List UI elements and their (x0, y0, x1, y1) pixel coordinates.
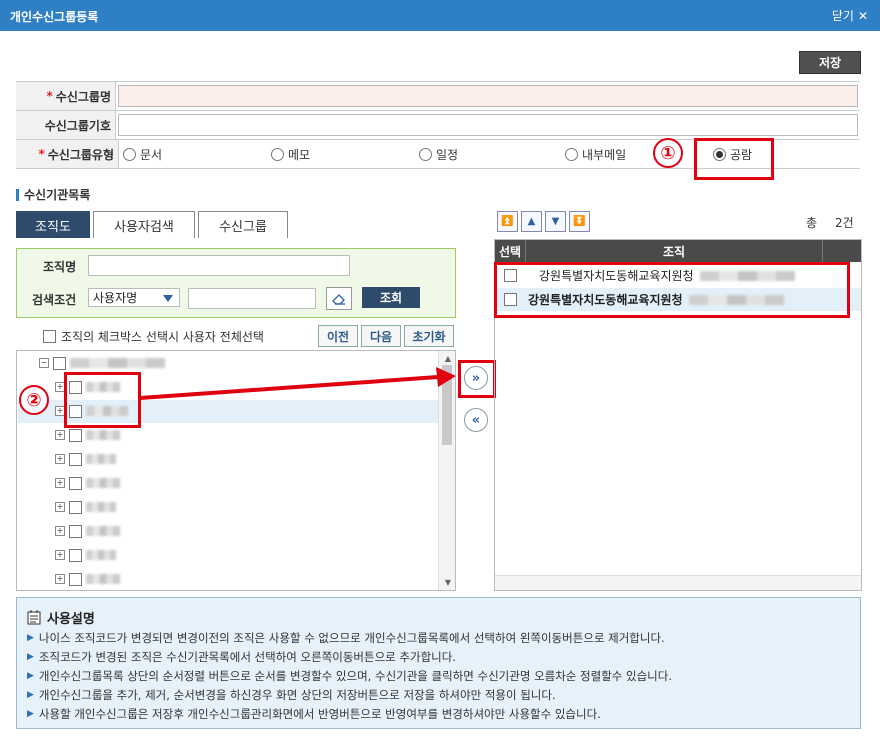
annotation-box-1 (694, 138, 774, 180)
list-item: ▶ 개인수신그룹을 추가, 제거, 순서변경을 하신경우 화면 상단의 저장버튼으… (27, 687, 556, 702)
expand-icon: + (55, 454, 65, 464)
scroll-down-icon[interactable]: ▼ (445, 578, 451, 587)
move-up-icon[interactable]: ▲ (521, 211, 542, 232)
grid-horizontal-scrollbar[interactable] (495, 575, 861, 590)
help-panel: 사용설명 ▶ 나이스 조직코드가 변경되면 변경이전의 조직은 사용할 수 없으므… (16, 597, 861, 729)
notepad-icon (27, 610, 41, 625)
search-keyword-input[interactable] (188, 288, 316, 309)
eraser-icon (332, 293, 345, 305)
expand-icon: + (55, 502, 65, 512)
triangle-bullet-icon: ▶ (27, 651, 34, 662)
required-mark: * (38, 147, 45, 161)
move-bottom-icon[interactable]: ⏬ (569, 211, 590, 232)
radio-type-internal-mail[interactable]: 내부메일 (565, 146, 626, 163)
annotation-box-2 (64, 372, 141, 428)
annotation-circle-1: ① (653, 138, 683, 168)
move-left-button[interactable]: « (464, 408, 488, 432)
order-buttons: ⏫ ▲ ▼ ⏬ (497, 211, 590, 232)
help-title: 사용설명 (47, 612, 95, 627)
list-item: ▶ 나이스 조직코드가 변경되면 변경이전의 조직은 사용할 수 없으므로 개인수… (27, 630, 665, 645)
list-item: ▶ 개인수신그룹목록 상단의 순서정렬 버튼으로 순서를 변경할수 있으며, 수신… (27, 668, 672, 683)
tab-bar: 조직도 사용자검색 수신그룹 (16, 211, 288, 238)
expand-icon: + (55, 526, 65, 536)
list-item: ▶ 조직코드가 변경된 조직은 수신기관목록에서 선택하여 오른쪽이동버튼으로 추… (27, 649, 456, 664)
total-count: 총 2건 (806, 216, 854, 230)
triangle-bullet-icon: ▶ (27, 689, 34, 700)
list-item: ▶ 사용할 개인수신그룹은 저장후 개인수신그룹관리화면에서 반영버튼으로 반영여… (27, 706, 601, 721)
close-button[interactable]: 닫기 ✕ (832, 7, 868, 24)
scroll-up-icon[interactable]: ▲ (445, 354, 451, 363)
search-condition-select[interactable]: 사용자명 (88, 288, 180, 307)
prev-button[interactable]: 이전 (318, 325, 358, 347)
triangle-bullet-icon: ▶ (27, 632, 34, 643)
group-type-label: 수신그룹유형 (47, 147, 114, 162)
close-icon: ✕ (857, 8, 868, 23)
org-name-label: 조직명 (43, 260, 77, 274)
query-button[interactable]: 조회 (362, 287, 420, 308)
tree-node[interactable]: + (55, 448, 116, 470)
move-right-button[interactable]: » (464, 366, 488, 390)
expand-icon: + (55, 478, 65, 488)
tree-node[interactable]: + (55, 544, 116, 566)
move-down-icon[interactable]: ▼ (545, 211, 566, 232)
org-name-input[interactable] (88, 255, 350, 276)
expand-icon: + (55, 574, 65, 584)
grid-header: 선택 조직 (495, 240, 861, 262)
expand-icon: + (55, 430, 65, 440)
radio-type-memo[interactable]: 메모 (271, 146, 310, 163)
title-bar: 개인수신그룹등록 닫기 ✕ (0, 0, 880, 31)
save-button[interactable]: 저장 (799, 51, 861, 74)
triangle-bullet-icon: ▶ (27, 708, 34, 719)
group-code-input[interactable] (118, 114, 858, 136)
annotation-arrow (139, 367, 456, 400)
move-top-icon[interactable]: ⏫ (497, 211, 518, 232)
select-all-users-checkbox[interactable]: 조직의 체크박스 선택시 사용자 전체선택 (43, 328, 264, 345)
tree-node[interactable]: + (55, 568, 120, 590)
group-name-label: 수신그룹명 (55, 89, 111, 104)
section-title: 수신기관목록 (16, 186, 90, 203)
annotation-circle-2: ② (19, 385, 49, 415)
tab-org-chart[interactable]: 조직도 (16, 211, 90, 238)
tree-node[interactable]: + (55, 520, 120, 542)
window-title: 개인수신그룹등록 (10, 10, 99, 24)
col-select-header[interactable]: 선택 (495, 240, 526, 262)
group-code-label: 수신그룹기호 (44, 118, 111, 133)
group-name-input[interactable] (118, 85, 858, 107)
triangle-bullet-icon: ▶ (27, 670, 34, 681)
radio-type-document[interactable]: 문서 (123, 146, 162, 163)
annotation-box-3 (494, 262, 850, 318)
help-list: ▶ 나이스 조직코드가 변경되면 변경이전의 조직은 사용할 수 없으므로 개인수… (27, 628, 672, 723)
expand-icon: + (55, 550, 65, 560)
radio-type-schedule[interactable]: 일정 (419, 146, 458, 163)
next-button[interactable]: 다음 (361, 325, 401, 347)
reset-button[interactable]: 초기화 (404, 325, 454, 347)
tree-node[interactable]: + (55, 472, 120, 494)
close-label: 닫기 (831, 9, 854, 23)
required-mark: * (46, 89, 53, 103)
chevron-down-icon (163, 295, 173, 302)
col-org-header[interactable]: 조직 (526, 240, 823, 262)
tree-node[interactable]: + (55, 496, 116, 518)
tab-receive-group[interactable]: 수신그룹 (198, 211, 288, 238)
eraser-button[interactable] (326, 287, 352, 310)
search-condition-label: 검색조건 (32, 293, 77, 307)
tab-user-search[interactable]: 사용자검색 (93, 211, 195, 238)
collapse-icon: − (39, 358, 49, 368)
